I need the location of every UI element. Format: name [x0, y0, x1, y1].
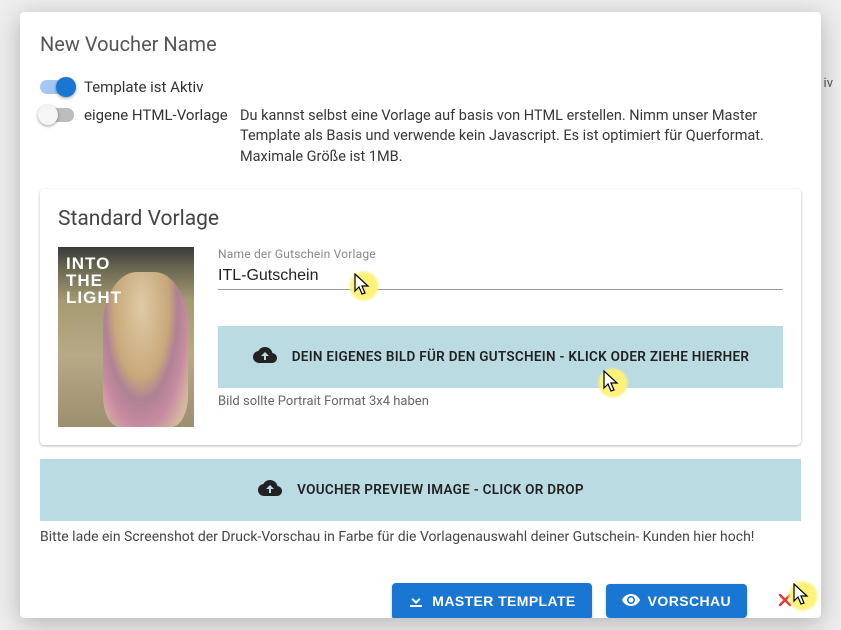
- preview-button-label: VORSCHAU: [648, 593, 731, 609]
- thumbnail-overlay-text: INTO THE LIGHT: [66, 255, 122, 306]
- toggle-row-active: Template ist Aktiv: [40, 78, 801, 96]
- toggle-custom-html-label: eigene HTML-Vorlage: [84, 106, 228, 124]
- template-thumbnail: INTO THE LIGHT: [58, 247, 194, 427]
- master-template-button[interactable]: MASTER TEMPLATE: [392, 583, 591, 618]
- upload-preview-image-label: VOUCHER PREVIEW IMAGE - CLICK OR DROP: [297, 482, 584, 498]
- upload-voucher-hint: Bild sollte Portrait Format 3x4 haben: [218, 394, 783, 409]
- download-icon: [408, 592, 424, 611]
- close-icon: [777, 589, 793, 613]
- name-field-label: Name der Gutschein Vorlage: [218, 247, 783, 261]
- preview-button[interactable]: VORSCHAU: [606, 584, 747, 618]
- dialog-footer: MASTER TEMPLATE VORSCHAU: [40, 583, 801, 618]
- upload-voucher-image[interactable]: DEIN EIGENES BILD FÜR DEN GUTSCHEIN - KL…: [218, 326, 783, 388]
- eye-icon: [622, 593, 640, 609]
- upload-preview-hint: Bitte lade ein Screenshot der Druck-Vors…: [40, 529, 801, 545]
- toggle-row-custom: eigene HTML-Vorlage Du kannst selbst ein…: [40, 106, 801, 167]
- dialog-title: New Voucher Name: [40, 32, 801, 56]
- upload-voucher-image-label: DEIN EIGENES BILD FÜR DEN GUTSCHEIN - KL…: [292, 349, 750, 365]
- toggle-template-active[interactable]: [40, 80, 74, 94]
- upload-preview-image[interactable]: VOUCHER PREVIEW IMAGE - CLICK OR DROP: [40, 459, 801, 521]
- master-template-button-label: MASTER TEMPLATE: [432, 593, 575, 609]
- toggle-custom-desc: Du kannst selbst eine Vorlage auf basis …: [240, 106, 801, 167]
- cloud-upload-icon: [257, 479, 283, 501]
- voucher-dialog: New Voucher Name Template ist Aktiv eige…: [20, 12, 821, 618]
- card-title: Standard Vorlage: [58, 207, 783, 231]
- toggle-template-active-label: Template ist Aktiv: [84, 78, 203, 96]
- background-chip: iv: [824, 76, 833, 91]
- standard-template-card: Standard Vorlage INTO THE LIGHT Name der…: [40, 189, 801, 445]
- cloud-upload-icon: [252, 346, 278, 368]
- template-name-input[interactable]: [218, 263, 783, 290]
- toggle-custom-html[interactable]: [40, 108, 74, 122]
- close-button[interactable]: [773, 589, 797, 613]
